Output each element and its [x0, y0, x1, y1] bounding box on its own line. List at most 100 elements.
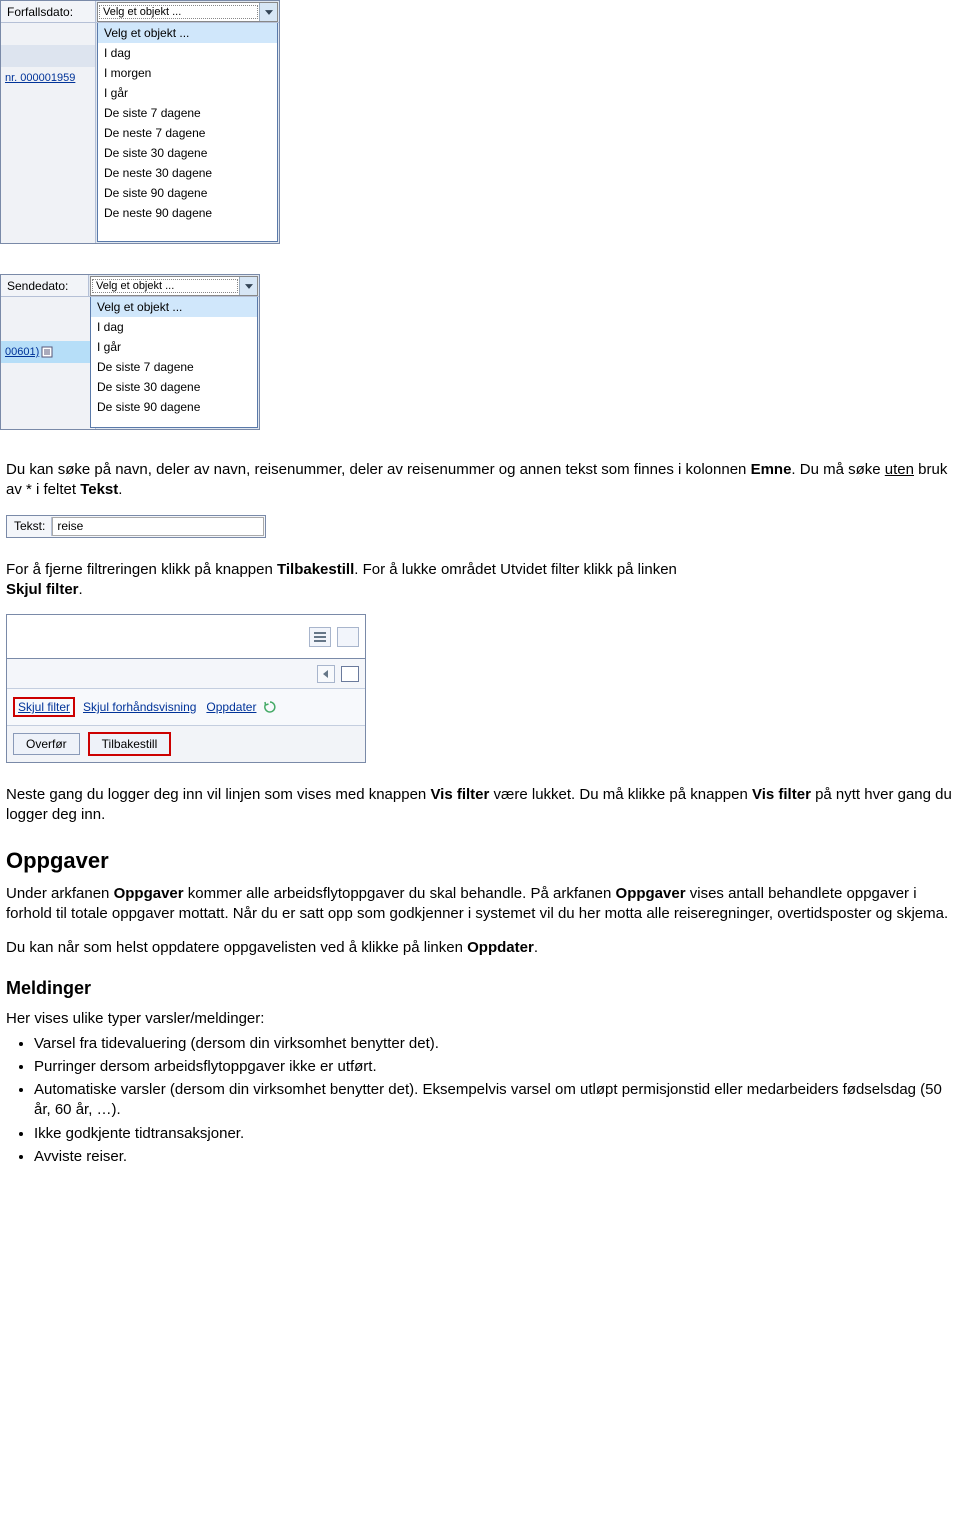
side-row-empty: [1, 297, 96, 319]
forfallsdato-select[interactable]: Velg et objekt ...: [97, 2, 278, 22]
side-row-empty: [1, 177, 96, 199]
text: Du kan når som helst oppdatere oppgaveli…: [6, 939, 467, 956]
side-row-empty: [1, 199, 96, 221]
filter-buttons-row: Overfør Tilbakestill: [7, 726, 365, 762]
dropdown-option[interactable]: Velg et objekt ...: [91, 297, 257, 317]
dropdown-option[interactable]: De siste 90 dagene: [91, 397, 257, 417]
forfallsdato-options-list: Velg et objekt ... I dag I morgen I går …: [97, 23, 278, 242]
overfor-button[interactable]: Overfør: [13, 733, 80, 755]
meldinger-intro: Her vises ulike typer varsler/meldinger:: [6, 1009, 954, 1029]
filter-links-row: Skjul filter Skjul forhåndsvisning Oppda…: [7, 689, 365, 726]
sendedato-label: Sendedato:: [1, 275, 89, 296]
side-row-empty: [1, 407, 96, 429]
side-row-empty: [1, 319, 96, 341]
text: Du kan søke på navn, deler av navn, reis…: [6, 461, 751, 478]
dropdown-option[interactable]: I går: [98, 83, 277, 103]
tekst-bold: Tekst: [80, 481, 118, 498]
search-instructions-paragraph: Du kan søke på navn, deler av navn, reis…: [6, 460, 954, 501]
meldinger-heading: Meldinger: [6, 978, 954, 999]
dropdown-option[interactable]: Velg et objekt ...: [98, 23, 277, 43]
oppdater-link[interactable]: Oppdater: [204, 699, 258, 715]
emne-bold: Emne: [751, 461, 792, 478]
oppgaver-bold: Oppgaver: [114, 885, 184, 902]
skjul-filter-link[interactable]: Skjul filter: [13, 697, 75, 717]
forfallsdato-dropdown: Forfallsdato: Velg et objekt ... nr. 000…: [0, 0, 280, 244]
list-icon[interactable]: [309, 627, 331, 647]
tekst-label: Tekst:: [8, 517, 52, 536]
blank-icon[interactable]: [337, 627, 359, 647]
list-item: Automatiske varsler (dersom din virksomh…: [34, 1080, 954, 1121]
uten-underline: uten: [885, 461, 914, 478]
vis-filter-paragraph: Neste gang du logger deg inn vil linjen …: [6, 785, 954, 826]
dropdown-option[interactable]: De neste 7 dagene: [98, 123, 277, 143]
code-link[interactable]: 00601): [1, 341, 96, 363]
dropdown-option[interactable]: De siste 7 dagene: [98, 103, 277, 123]
dropdown-option[interactable]: De neste 90 dagene: [98, 203, 277, 223]
dropdown-option[interactable]: De neste 30 dagene: [98, 163, 277, 183]
filter-remove-paragraph: For å fjerne filtreringen klikk på knapp…: [6, 560, 954, 601]
oppdater-bold: Oppdater: [467, 939, 534, 956]
side-row-empty: [1, 89, 96, 111]
dropdown-option[interactable]: I dag: [98, 43, 277, 63]
vis-filter-bold: Vis filter: [430, 786, 489, 803]
text: For å fjerne filtreringen klikk på knapp…: [6, 561, 277, 578]
filter-toolbar-widget: Skjul filter Skjul forhåndsvisning Oppda…: [6, 614, 366, 763]
vis-filter-bold: Vis filter: [752, 786, 811, 803]
text: kommer alle arbeidsflytoppgaver du skal …: [184, 885, 616, 902]
code-link-label: 00601): [5, 346, 39, 358]
sendedato-selected: Velg et objekt ...: [92, 279, 238, 293]
dropdown-option[interactable]: De siste 30 dagene: [91, 377, 257, 397]
list-item: Purringer dersom arbeidsflytoppgaver ikk…: [34, 1057, 954, 1077]
forfallsdato-label: Forfallsdato:: [1, 1, 96, 22]
side-row-empty: [1, 155, 96, 177]
arrow-left-icon[interactable]: [317, 665, 335, 683]
list-item: Avviste reiser.: [34, 1147, 954, 1167]
oppgaver-paragraph-2: Du kan når som helst oppdatere oppgaveli…: [6, 938, 954, 958]
side-row-empty: [1, 45, 96, 67]
oppgaver-bold: Oppgaver: [616, 885, 686, 902]
sendedato-header-row: Sendedato: Velg et objekt ...: [1, 275, 259, 297]
text: være lukket. Du må klikke på knappen: [489, 786, 752, 803]
tilbakestill-bold: Tilbakestill: [277, 561, 354, 578]
chevron-down-icon[interactable]: [239, 277, 257, 295]
text: Neste gang du logger deg inn vil linjen …: [6, 786, 430, 803]
skjul-filter-bold: Skjul filter: [6, 581, 79, 598]
dropdown-option[interactable]: I morgen: [98, 63, 277, 83]
meldinger-list: Varsel fra tidevaluering (dersom din vir…: [34, 1034, 954, 1168]
tilbakestill-button[interactable]: Tilbakestill: [88, 732, 172, 756]
list-item: Ikke godkjente tidtransaksjoner.: [34, 1124, 954, 1144]
tekst-input[interactable]: reise: [52, 517, 264, 536]
chevron-down-icon[interactable]: [259, 3, 277, 21]
text: .: [118, 481, 122, 498]
dropdown-option[interactable]: I dag: [91, 317, 257, 337]
oppgaver-paragraph-1: Under arkfanen Oppgaver kommer alle arbe…: [6, 884, 954, 925]
filter-topbar: [7, 615, 365, 659]
text: .: [534, 939, 538, 956]
text: . For å lukke området Utvidet filter kli…: [354, 561, 677, 578]
dropdown-option[interactable]: De siste 90 dagene: [98, 183, 277, 203]
sendedato-dropdown: Sendedato: Velg et objekt ... 00601) Vel…: [0, 274, 260, 430]
filter-midbar: [7, 659, 365, 689]
oppgaver-heading: Oppgaver: [6, 848, 954, 874]
side-row-empty: [1, 221, 96, 243]
refresh-icon: [264, 701, 276, 713]
dropdown-option[interactable]: De siste 30 dagene: [98, 143, 277, 163]
text: . Du må søke: [791, 461, 884, 478]
window-icon[interactable]: [341, 666, 359, 682]
skjul-forhandsvisning-link[interactable]: Skjul forhåndsvisning: [81, 699, 198, 715]
sendedato-options-list: Velg et objekt ... I dag I går De siste …: [90, 297, 258, 428]
side-row-empty: [1, 133, 96, 155]
tekst-filter-widget: Tekst: reise: [6, 515, 266, 538]
reference-number-link[interactable]: nr. 000001959: [1, 67, 96, 89]
side-row-empty: [1, 363, 96, 385]
text: Under arkfanen: [6, 885, 114, 902]
side-row-empty: [1, 111, 96, 133]
side-row-empty: [1, 23, 96, 45]
dropdown-option[interactable]: I går: [91, 337, 257, 357]
document-icon: [41, 346, 55, 358]
text: .: [79, 581, 83, 598]
list-item: Varsel fra tidevaluering (dersom din vir…: [34, 1034, 954, 1054]
forfallsdato-header-row: Forfallsdato: Velg et objekt ...: [1, 1, 279, 23]
sendedato-select[interactable]: Velg et objekt ...: [90, 276, 258, 296]
dropdown-option[interactable]: De siste 7 dagene: [91, 357, 257, 377]
